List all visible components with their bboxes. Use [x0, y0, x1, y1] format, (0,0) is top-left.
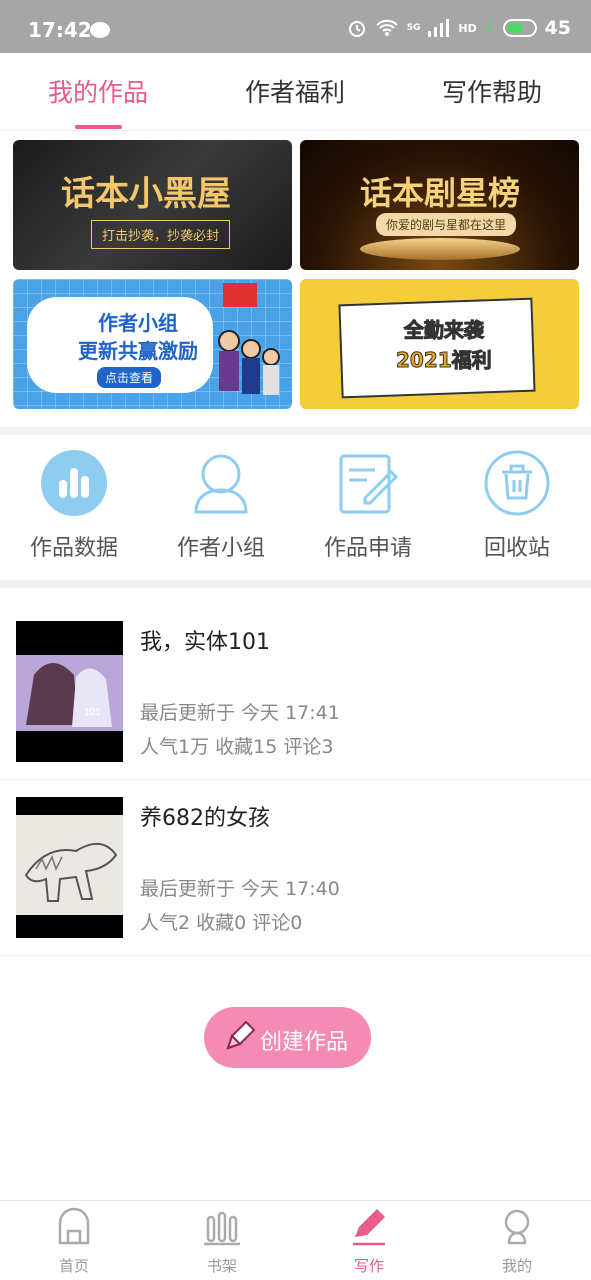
group-icon: [194, 454, 248, 514]
work-cover: 101: [16, 621, 123, 762]
hd-indicator: HD: [458, 21, 477, 35]
wifi-icon: [375, 19, 398, 36]
banner-subtitle: 点击查看: [97, 367, 162, 388]
work-stats: 人气2 收藏0 评论0: [140, 912, 303, 934]
work-stats: 人气1万 收藏15 评论3: [140, 736, 334, 758]
shortcut-work-application[interactable]: 作品申请: [298, 450, 438, 562]
shortcut-work-data[interactable]: 作品数据: [4, 450, 144, 562]
work-title: 我，实体101: [140, 630, 270, 655]
shortcut-label: 作品数据: [29, 536, 118, 561]
create-work-button[interactable]: 创建作品: [204, 1007, 371, 1068]
nav-profile[interactable]: 我的: [467, 1207, 567, 1276]
banner-attendance-benefit[interactable]: 全勤来袭 2021福利: [300, 279, 579, 409]
create-work-label: 创建作品: [260, 1030, 349, 1055]
nav-label: 写作: [353, 1257, 384, 1275]
tab-my-works[interactable]: 我的作品: [48, 73, 148, 109]
shortcut-label: 作品申请: [323, 536, 412, 561]
shortcut-label: 作者小组: [176, 536, 265, 561]
status-time: 17:42: [28, 18, 92, 42]
work-updated: 最后更新于 今天 17:40: [140, 878, 340, 900]
alarm-icon: [348, 21, 365, 37]
banner-title: 全勤来袭 2021福利: [396, 318, 493, 373]
network-type: 5G: [406, 23, 421, 33]
banner-title: 话本小黑屋: [61, 174, 231, 214]
nav-home[interactable]: 首页: [24, 1207, 124, 1276]
banner-subtitle: 打击抄袭，抄袭必封: [91, 220, 231, 249]
profile-icon: [504, 1209, 530, 1245]
banner-title: 作者小组 更新共赢激励: [78, 311, 198, 363]
shortcut-recycle-bin[interactable]: 回收站: [447, 450, 587, 562]
shortcut-author-group[interactable]: 作者小组: [151, 450, 291, 562]
chat-notification-icon: [90, 22, 110, 38]
banner-subtitle: 你爱的剧与星都在这里: [376, 213, 517, 236]
home-icon: [58, 1207, 90, 1245]
tab-author-benefits[interactable]: 作者福利: [245, 73, 345, 109]
nav-label: 首页: [58, 1257, 89, 1275]
svg-text:101: 101: [84, 707, 101, 718]
edit-icon: [339, 454, 399, 514]
banner-little-black-room[interactable]: 话本小黑屋 打击抄袭，抄袭必封: [13, 140, 292, 270]
anime-cover-art: 101: [16, 655, 123, 731]
stage-illustration: [360, 238, 520, 260]
pencil-icon: [226, 1020, 256, 1050]
signal-icon: [428, 19, 450, 37]
tab-writing-help[interactable]: 写作帮助: [442, 73, 542, 109]
bookshelf-icon: [204, 1211, 240, 1246]
work-title: 养682的女孩: [140, 806, 270, 831]
section-divider: [0, 427, 591, 435]
nav-write[interactable]: 写作: [319, 1207, 419, 1276]
bottom-nav: 首页 书架 写作 我的: [0, 1200, 591, 1280]
banner-star-ranking[interactable]: 话本剧星榜 你爱的剧与星都在这里: [300, 140, 579, 270]
shortcut-label: 回收站: [483, 536, 550, 561]
people-illustration: [218, 330, 280, 395]
trash-icon: [484, 450, 550, 516]
work-list-item[interactable]: 养682的女孩 最后更新于 今天 17:40 人气2 收藏0 评论0: [0, 780, 591, 956]
battery-icon: [502, 19, 537, 37]
pen-icon: [353, 1209, 385, 1246]
nav-label: 书架: [206, 1257, 237, 1275]
work-updated: 最后更新于 今天 17:41: [140, 702, 340, 724]
top-tabs: 我的作品 作者福利 写作帮助: [0, 53, 591, 131]
section-divider: [0, 580, 591, 588]
work-list-item[interactable]: 101 我，实体101 最后更新于 今天 17:41 人气1万 收藏15 评论3: [0, 604, 591, 780]
creature-sketch-art: [16, 815, 123, 915]
status-bar: 17:42 5G HD ⚡ 45: [0, 0, 591, 53]
nav-bookshelf[interactable]: 书架: [172, 1207, 272, 1276]
active-tab-indicator: [75, 125, 122, 129]
bar-chart-icon: [41, 450, 107, 516]
nav-label: 我的: [501, 1257, 532, 1275]
banner-title: 话本剧星榜: [360, 174, 521, 212]
battery-level: 45: [544, 17, 571, 39]
charging-icon: ⚡: [484, 20, 495, 36]
banner-author-group[interactable]: 作者小组 更新共赢激励 点击查看: [13, 279, 292, 409]
work-cover: [16, 797, 123, 938]
status-icons: 5G HD ⚡ 45: [347, 17, 571, 39]
flag-illustration: [223, 283, 257, 307]
